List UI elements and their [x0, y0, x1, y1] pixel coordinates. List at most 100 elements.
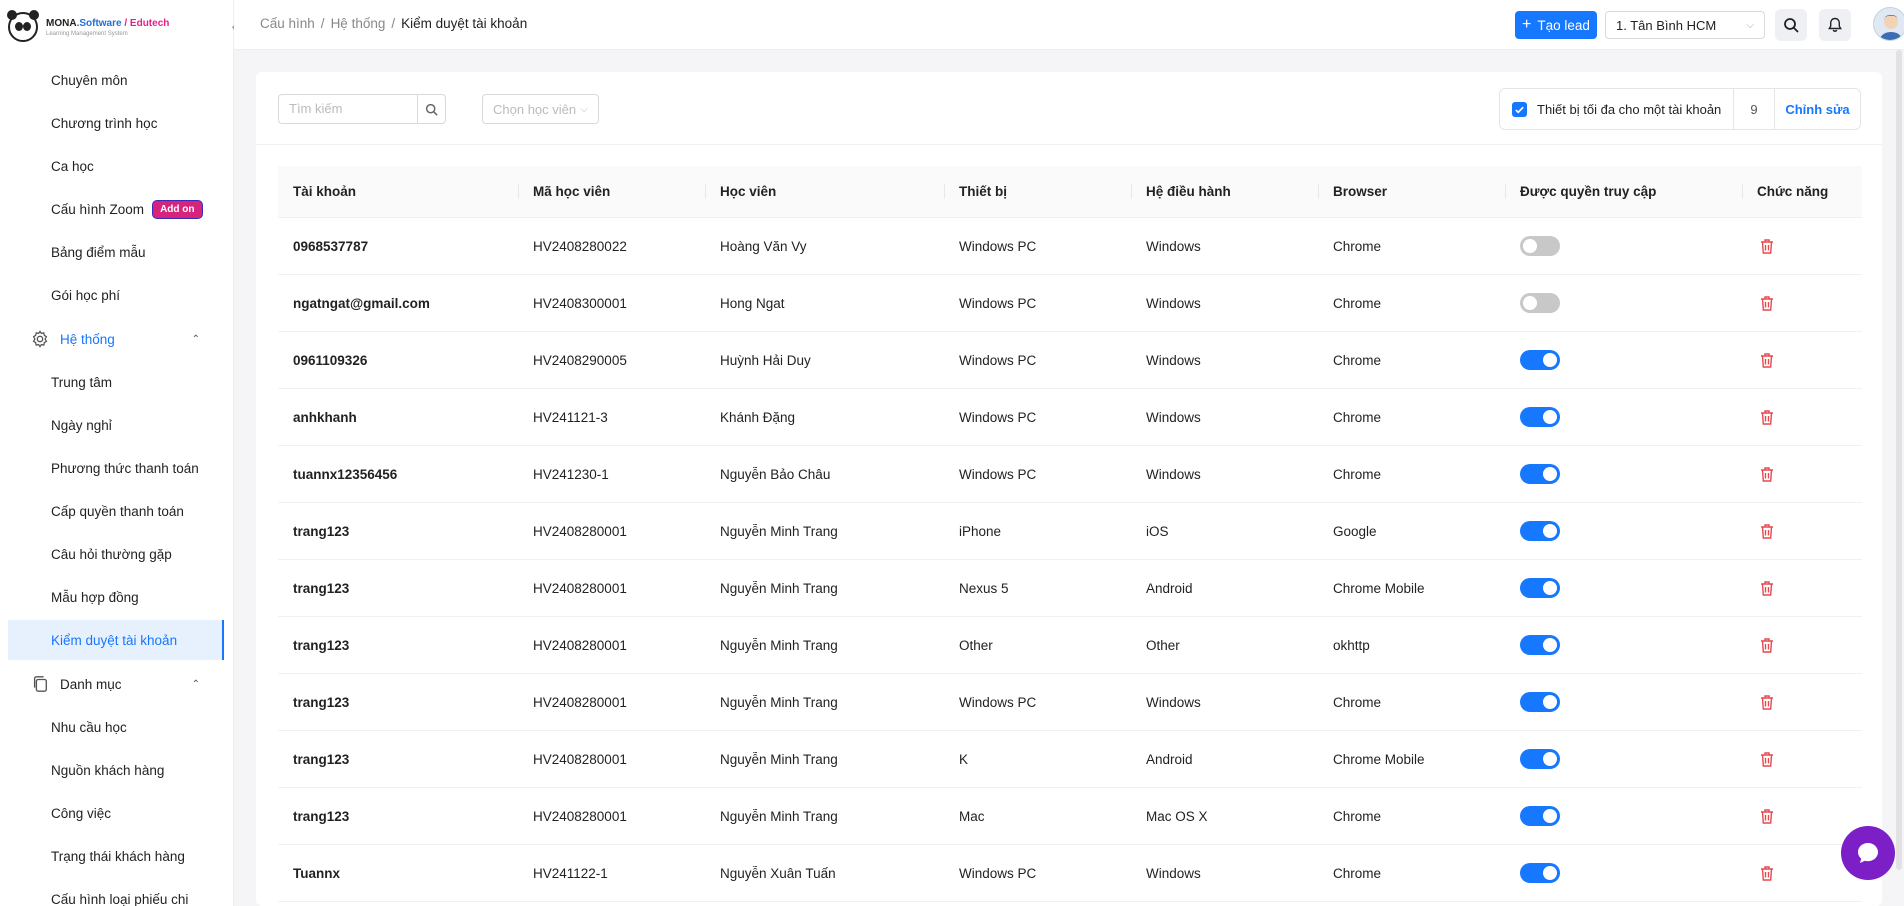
- sidebar-item[interactable]: Công việc: [0, 793, 224, 833]
- column-header: Mã học viên: [518, 184, 705, 199]
- breadcrumb-item[interactable]: Cấu hình: [260, 16, 315, 31]
- create-lead-button[interactable]: + Tạo lead: [1515, 11, 1597, 39]
- student-select[interactable]: Chọn học viên ⌵: [482, 94, 599, 124]
- sidebar-group[interactable]: Hệ thống ⌃: [0, 319, 224, 359]
- table-cell-code: HV2408280022: [533, 238, 627, 254]
- sidebar-item[interactable]: Trung tâm: [0, 362, 224, 402]
- access-toggle[interactable]: [1520, 350, 1560, 370]
- breadcrumb: Cấu hình / Hệ thống / Kiểm duyệt tài kho…: [260, 16, 527, 31]
- sidebar-item-label: Trung tâm: [51, 374, 113, 390]
- table-cell-account: trang123: [293, 808, 350, 824]
- search-input[interactable]: Tìm kiếm: [278, 94, 446, 124]
- delete-button[interactable]: [1757, 523, 1777, 540]
- delete-button[interactable]: [1757, 580, 1777, 597]
- column-header: Chức năng: [1742, 184, 1862, 199]
- table-row: trang123 HV2408280001 Nguyễn Minh Trang iPh…: [278, 503, 1862, 560]
- sidebar-item[interactable]: Ca học: [0, 146, 224, 186]
- sidebar-item[interactable]: Cấu hình Zoom Add on: [0, 189, 224, 229]
- access-toggle[interactable]: [1520, 407, 1560, 427]
- sidebar-item[interactable]: Cấp quyền thanh toán: [0, 491, 224, 531]
- delete-button[interactable]: [1757, 808, 1777, 825]
- table-cell-code: HV2408280001: [533, 751, 627, 767]
- sidebar-item-label: Chương trình học: [51, 115, 158, 131]
- table-cell-code: HV2408280001: [533, 637, 627, 653]
- sidebar-item[interactable]: Nhu cầu học: [0, 707, 224, 747]
- search-button[interactable]: [1775, 9, 1807, 41]
- student-select-placeholder: Chọn học viên: [493, 101, 577, 117]
- max-device-checkbox[interactable]: [1512, 101, 1527, 117]
- column-header: Browser: [1318, 184, 1505, 199]
- sidebar-item[interactable]: Chuyên môn: [0, 60, 224, 100]
- delete-button[interactable]: [1757, 238, 1777, 255]
- delete-button[interactable]: [1757, 352, 1777, 369]
- table-cell-account: trang123: [293, 694, 350, 710]
- avatar[interactable]: [1873, 7, 1904, 41]
- sidebar-item[interactable]: Bảng điểm mẫu: [0, 232, 224, 272]
- sidebar-item[interactable]: Kiểm duyệt tài khoản: [8, 620, 224, 660]
- account-table: Tài khoản Mã học viên Học viên Thiết bị …: [278, 166, 1862, 902]
- trash-icon: [1761, 751, 1773, 767]
- table-cell-device: iPhone: [959, 523, 1002, 539]
- delete-button[interactable]: [1757, 409, 1777, 426]
- chat-button[interactable]: [1841, 826, 1895, 880]
- table-cell-account: tuannx12356456: [293, 466, 398, 482]
- sidebar-item[interactable]: Mẫu hợp đồng: [0, 577, 224, 617]
- addon-badge: Add on: [152, 199, 203, 219]
- delete-button[interactable]: [1757, 637, 1777, 654]
- content-card: Tìm kiếm Chọn học viên ⌵ Thiết bị tối đa…: [256, 72, 1882, 906]
- access-toggle[interactable]: [1520, 692, 1560, 712]
- table-cell-os: Other: [1146, 637, 1180, 653]
- table-cell-account: Tuannx: [293, 865, 340, 881]
- table-row: ngatngat@gmail.com HV2408300001 Hong Ngat W…: [278, 275, 1862, 332]
- table-row: trang123 HV2408280001 Nguyễn Minh Trang Win…: [278, 674, 1862, 731]
- logo[interactable]: MONA.Software / Edutech Learning Managem…: [7, 10, 169, 42]
- table-cell-browser: Chrome Mobile: [1333, 751, 1425, 767]
- table-cell-student: Nguyễn Minh Trang: [720, 523, 838, 539]
- sidebar-item[interactable]: Cấu hình loại phiếu chi: [0, 879, 224, 906]
- table-cell-device: Windows PC: [959, 352, 1037, 368]
- delete-button[interactable]: [1757, 865, 1777, 882]
- bell-icon: [1828, 17, 1842, 32]
- sidebar-item[interactable]: Câu hỏi thường gặp: [0, 534, 224, 574]
- notification-button[interactable]: [1819, 9, 1851, 41]
- sidebar-item[interactable]: Chương trình học: [0, 103, 224, 143]
- sidebar-item[interactable]: Gói học phí: [0, 275, 224, 315]
- column-header: Được quyền truy cập: [1505, 184, 1742, 199]
- breadcrumb-item[interactable]: Hệ thống: [331, 16, 386, 31]
- chevron-down-icon: ⌵: [1746, 19, 1754, 31]
- delete-button[interactable]: [1757, 295, 1777, 312]
- chevron-up-icon: ⌃: [191, 678, 200, 690]
- access-toggle[interactable]: [1520, 863, 1560, 883]
- access-toggle[interactable]: [1520, 578, 1560, 598]
- sidebar-item[interactable]: Nguồn khách hàng: [0, 750, 224, 790]
- access-toggle[interactable]: [1520, 293, 1560, 313]
- scrollbar[interactable]: [1896, 50, 1902, 870]
- access-toggle[interactable]: [1520, 806, 1560, 826]
- sidebar-item[interactable]: Ngày nghỉ: [0, 405, 224, 445]
- search-submit-button[interactable]: [417, 95, 445, 123]
- sidebar-item-label: Trạng thái khách hàng: [51, 848, 185, 864]
- edit-button[interactable]: Chỉnh sửa: [1775, 102, 1860, 117]
- table-cell-student: Nguyễn Minh Trang: [720, 694, 838, 710]
- access-toggle[interactable]: [1520, 521, 1560, 541]
- table-cell-device: Nexus 5: [959, 580, 1009, 596]
- trash-icon: [1761, 865, 1773, 881]
- delete-button[interactable]: [1757, 694, 1777, 711]
- sidebar-item[interactable]: Phương thức thanh toán: [0, 448, 224, 488]
- table-cell-code: HV2408280001: [533, 580, 627, 596]
- sidebar-group[interactable]: Danh mục ⌃: [0, 664, 224, 704]
- sidebar-item-label: Kiểm duyệt tài khoản: [51, 632, 178, 648]
- delete-button[interactable]: [1757, 751, 1777, 768]
- table-cell-browser: Chrome: [1333, 694, 1382, 710]
- access-toggle[interactable]: [1520, 464, 1560, 484]
- access-toggle[interactable]: [1520, 635, 1560, 655]
- access-toggle[interactable]: [1520, 749, 1560, 769]
- trash-icon: [1761, 238, 1773, 254]
- branch-select[interactable]: 1. Tân Bình HCM ⌵: [1605, 11, 1765, 39]
- trash-icon: [1761, 352, 1773, 368]
- access-toggle[interactable]: [1520, 236, 1560, 256]
- sidebar-item[interactable]: Trạng thái khách hàng: [0, 836, 224, 876]
- table-cell-student: Nguyễn Minh Trang: [720, 808, 838, 824]
- delete-button[interactable]: [1757, 466, 1777, 483]
- table-cell-device: Windows PC: [959, 694, 1037, 710]
